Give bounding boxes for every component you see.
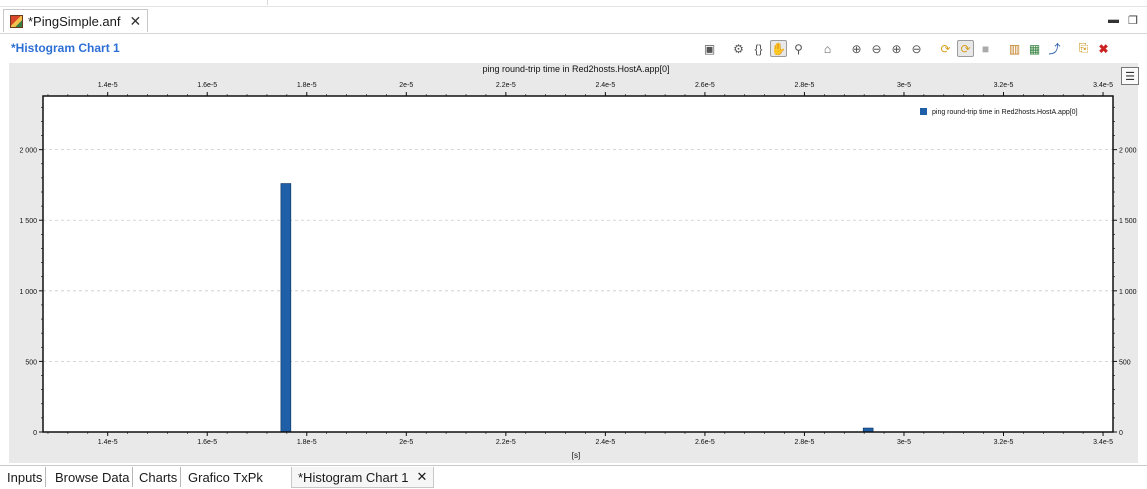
tab-histogram-chart[interactable]: *Histogram Chart 1 ✕	[291, 467, 435, 488]
y-tick-label-right: 1 500	[1119, 218, 1137, 225]
y-tick-label-right: 2 000	[1119, 148, 1137, 155]
x-tick-label-top: 2.8e-5	[795, 82, 815, 89]
y-tick-label-right: 500	[1119, 359, 1131, 366]
tab-browse-data[interactable]: Browse Data	[52, 467, 134, 487]
x-tick-label-bottom: 3.4e-5	[1093, 439, 1113, 446]
braces-icon[interactable]: {}	[750, 40, 767, 57]
tab-charts[interactable]: Charts	[136, 467, 182, 487]
x-tick-label-bottom: 1.6e-5	[197, 439, 217, 446]
x-tick-label-top: 1.4e-5	[98, 82, 118, 89]
y-tick-label-left: 1 000	[19, 289, 37, 296]
tab-inputs[interactable]: Inputs	[4, 467, 47, 487]
close-icon[interactable]: ✕	[130, 13, 142, 30]
x-tick-label-top: 1.6e-5	[197, 82, 217, 89]
y-tick-label-right: 1 000	[1119, 289, 1137, 296]
x-tick-label-bottom: 2e-5	[399, 439, 413, 446]
auto-refresh-icon[interactable]: ⟳	[957, 40, 974, 57]
x-tick-label-bottom: 2.8e-5	[795, 439, 815, 446]
close-chart-icon[interactable]: ✖	[1095, 40, 1112, 57]
zoom-out-icon[interactable]: ⊖	[868, 40, 885, 57]
x-tick-label-top: 2.4e-5	[595, 82, 615, 89]
hand-pan-icon[interactable]: ✋	[770, 40, 787, 57]
legend-label: ping round-trip time in Red2hosts.HostA.…	[932, 109, 1078, 116]
toolbar-separator	[1066, 40, 1072, 57]
histogram-chart[interactable]: 0 0 500 500 1 000 1 000 1 500 1 500 2 000 2 000 1.…	[9, 63, 1138, 463]
x-axis-label: [s]	[572, 451, 580, 460]
home-icon[interactable]: ⌂	[819, 40, 836, 57]
histogram-bar	[280, 183, 292, 433]
legend-toggle-icon[interactable]: ☰	[1121, 67, 1139, 85]
x-tick-label-top: 3.2e-5	[994, 82, 1014, 89]
x-tick-label-top: 2e-5	[399, 82, 413, 89]
copy-chart-icon[interactable]: ▥	[1006, 40, 1023, 57]
x-tick-label-bottom: 2.4e-5	[595, 439, 615, 446]
maximize-icon[interactable]: ❐	[1128, 14, 1138, 27]
zoom-in-x-icon[interactable]: ⊕	[888, 40, 905, 57]
x-tick-label-bottom: 3.2e-5	[994, 439, 1014, 446]
x-tick-label-top: 2.2e-5	[496, 82, 516, 89]
y-tick-label-left: 500	[25, 359, 37, 366]
editor-tab-bar: *PingSimple.anf ✕ ▬ ❐	[0, 6, 1147, 33]
save-icon[interactable]: ▣	[701, 40, 718, 57]
zoom-in-icon[interactable]: ⊕	[848, 40, 865, 57]
tab-grafico-txpk[interactable]: Grafico TxPk	[185, 467, 266, 487]
chart-title: ping round-trip time in Red2hosts.HostA.…	[482, 64, 669, 74]
analysis-file-icon	[10, 14, 23, 28]
x-tick-label-top: 1.8e-5	[297, 82, 317, 89]
toolbar-separator	[997, 40, 1003, 57]
legend: ping round-trip time in Red2hosts.HostA.…	[920, 108, 1078, 116]
strip-divider	[267, 0, 268, 5]
copy-image-icon[interactable]: ⎘	[1075, 40, 1092, 57]
editor-tab-label: *PingSimple.anf	[28, 13, 121, 29]
chart-area: 0 0 500 500 1 000 1 000 1 500 1 500 2 000 2 000 1.…	[9, 63, 1138, 463]
x-tick-label-top: 3.4e-5	[1093, 82, 1113, 89]
toolbar-separator	[928, 40, 934, 57]
x-tick-label-bottom: 3e-5	[897, 439, 911, 446]
tab-histogram-label: *Histogram Chart 1	[298, 469, 409, 485]
toolbar-separator	[839, 40, 845, 57]
y-tick-label-left: 2 000	[19, 148, 37, 155]
refresh-icon[interactable]: ⟳	[937, 40, 954, 57]
x-tick-label-bottom: 1.4e-5	[98, 439, 118, 446]
gear-icon[interactable]: ⚙	[730, 40, 747, 57]
editor-tab-pingsimple[interactable]: *PingSimple.anf ✕	[3, 9, 149, 32]
zoom-tool-icon[interactable]: ⚲	[790, 40, 807, 57]
minimize-icon[interactable]: ▬	[1108, 14, 1119, 26]
x-tick-label-top: 3e-5	[897, 82, 911, 89]
zoom-out-x-icon[interactable]: ⊖	[908, 40, 925, 57]
x-tick-label-bottom: 2.2e-5	[496, 439, 516, 446]
x-tick-label-top: 2.6e-5	[695, 82, 715, 89]
copy-data-icon[interactable]: ▦	[1026, 40, 1043, 57]
x-tick-label-bottom: 1.8e-5	[297, 439, 317, 446]
export-icon[interactable]: ⤴	[1046, 40, 1063, 57]
y-tick-label-right: 0	[1119, 430, 1123, 437]
close-icon[interactable]: ✕	[417, 469, 428, 485]
chart-toolbar: ▣ ⚙ {} ✋ ⚲ ⌂ ⊕ ⊖ ⊕ ⊖ ⟳ ⟳ ■ ▥ ▦ ⤴ ⎘ ✖	[701, 40, 1112, 57]
y-tick-label-left: 0	[33, 430, 37, 437]
chart-toolbar-row: *Histogram Chart 1 ▣ ⚙ {} ✋ ⚲ ⌂ ⊕ ⊖ ⊕ ⊖ …	[0, 33, 1147, 64]
toolbar-separator	[721, 40, 727, 57]
legend-swatch	[920, 108, 927, 115]
plot-background	[43, 96, 1113, 432]
x-tick-label-bottom: 2.6e-5	[695, 439, 715, 446]
chart-name-label: *Histogram Chart 1	[11, 41, 120, 55]
y-tick-label-left: 1 500	[19, 218, 37, 225]
bottom-tab-bar: Inputs Browse Data Charts Grafico TxPk *…	[0, 465, 1147, 489]
toolbar-separator	[810, 40, 816, 57]
stop-icon[interactable]: ■	[977, 40, 994, 57]
